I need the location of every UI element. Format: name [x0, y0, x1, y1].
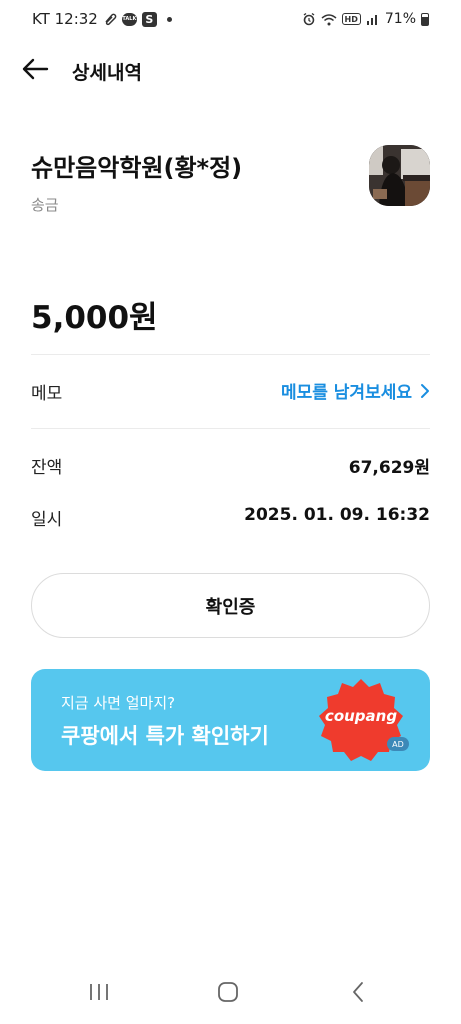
coupang-logo-text: coupang	[324, 707, 398, 725]
wifi-icon	[321, 13, 337, 26]
header: 상세내역	[0, 46, 461, 92]
clip-icon	[103, 12, 117, 26]
status-left: KT 12:32 TALK S	[32, 10, 172, 28]
memo-link-text: 메모를 남겨보세요	[280, 383, 412, 403]
back-chevron-icon	[353, 982, 363, 1002]
ad-tag: AD	[387, 737, 409, 751]
status-right: HD 71%	[302, 11, 429, 27]
memo-label: 메모	[31, 384, 63, 404]
receipt-button[interactable]: 확인증	[31, 573, 430, 638]
home-icon	[218, 982, 238, 1002]
back-button[interactable]	[18, 52, 52, 86]
chevron-right-icon	[421, 383, 429, 398]
ad-title: 쿠팡에서 특가 확인하기	[61, 724, 269, 748]
hd-icon: HD	[341, 13, 361, 25]
datetime-label: 일시	[31, 510, 63, 530]
system-nav-bar	[0, 960, 461, 1024]
ad-subtitle: 지금 사면 얼마지?	[61, 694, 176, 712]
datetime-value: 2025. 01. 09. 16:32	[244, 505, 430, 525]
merchant-avatar	[369, 145, 430, 206]
status-bar: KT 12:32 TALK S HD 71%	[0, 0, 461, 38]
add-memo-link[interactable]: 메모를 남겨보세요	[281, 378, 430, 403]
s-app-icon: S	[141, 11, 157, 27]
alarm-icon	[302, 12, 316, 26]
balance-value: 67,629원	[348, 458, 430, 478]
transfer-amount: 5,000원	[31, 300, 158, 336]
nav-back-button[interactable]	[338, 974, 378, 1010]
recent-apps-button[interactable]	[79, 974, 119, 1010]
coupang-badge: coupang	[315, 675, 407, 767]
battery-percent: 71%	[384, 11, 416, 27]
divider	[31, 428, 430, 429]
balance-label: 잔액	[31, 458, 63, 478]
divider	[31, 354, 430, 355]
battery-icon	[421, 12, 429, 26]
notification-dot-icon	[166, 16, 172, 22]
recent-apps-icon	[90, 984, 108, 1000]
merchant-name: 슈만음악학원(황*정)	[31, 154, 243, 182]
signal-icon	[366, 13, 380, 25]
home-button[interactable]	[208, 974, 248, 1010]
page-title: 상세내역	[72, 62, 142, 84]
coupang-ad-banner[interactable]: 지금 사면 얼마지? 쿠팡에서 특가 확인하기 coupang AD	[31, 669, 430, 771]
carrier-time: KT 12:32	[32, 10, 98, 28]
arrow-left-icon	[22, 58, 49, 80]
kakaotalk-icon: TALK	[121, 12, 137, 26]
transaction-type: 송금	[31, 196, 59, 214]
